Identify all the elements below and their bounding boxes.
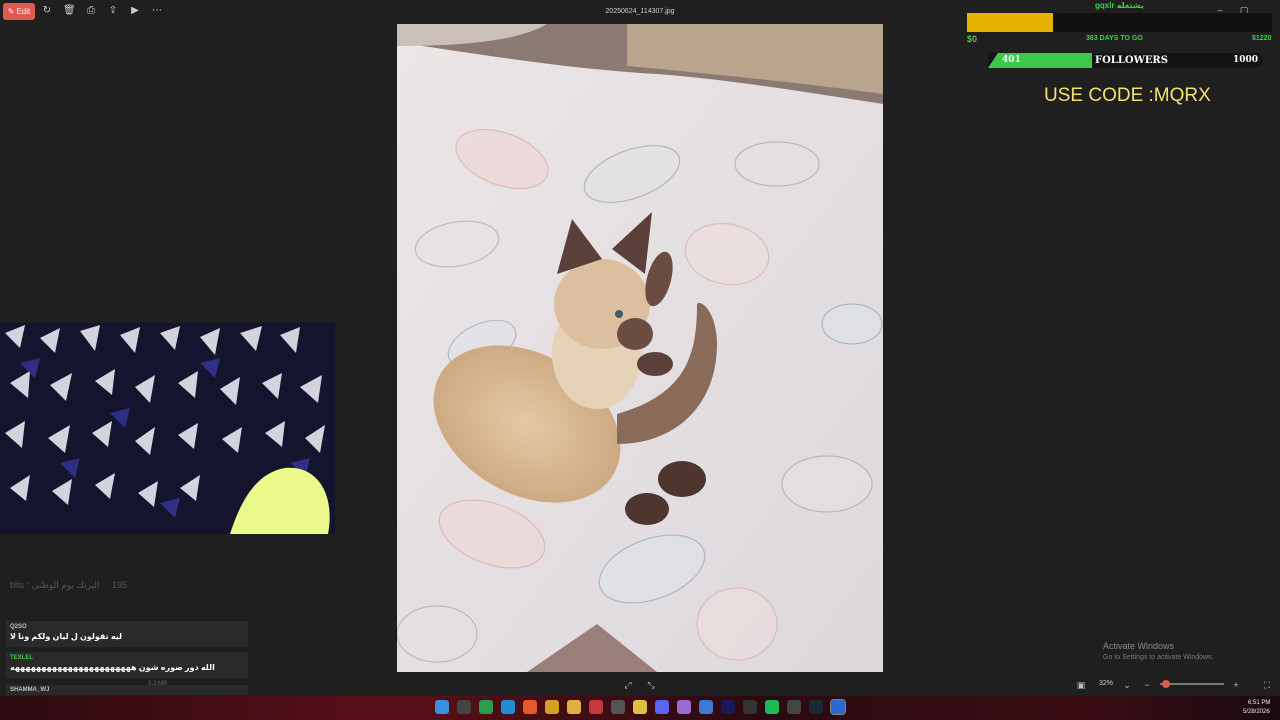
folder-icon[interactable] bbox=[567, 700, 581, 714]
cat-photo-image bbox=[397, 24, 883, 672]
chevron-down-icon[interactable]: ⌄ bbox=[1122, 680, 1132, 690]
chat-text: الله دور صوره شون هههههههههههههههههههههه… bbox=[10, 663, 215, 672]
discord-icon[interactable] bbox=[655, 700, 669, 714]
chat-faded-line: bits : البرتك يوم الوطني bbox=[10, 580, 100, 590]
obs-icon[interactable] bbox=[611, 700, 625, 714]
overlay-top-text: gqxlr يشتغله bbox=[1095, 1, 1144, 10]
actual-size-icon[interactable]: ⤡ bbox=[646, 680, 656, 690]
followers-label: FOLLOWERS bbox=[1095, 55, 1168, 66]
filmstrip-icon[interactable]: ▣ bbox=[1076, 680, 1086, 690]
more-options-icon[interactable]: ⋯ bbox=[151, 5, 163, 17]
app-icon[interactable] bbox=[743, 700, 757, 714]
chat-username: Q2SO bbox=[10, 624, 27, 630]
zoom-out-icon[interactable]: − bbox=[1142, 680, 1152, 690]
chrome-icon[interactable] bbox=[545, 700, 559, 714]
chat-username: TEXLEL bbox=[10, 655, 34, 661]
edit-button[interactable]: ✎ Edit bbox=[3, 3, 35, 20]
chat-faded-count: 195 bbox=[112, 580, 128, 590]
file-name: 20250624_114307.jpg bbox=[605, 8, 675, 15]
minecraft-icon[interactable] bbox=[479, 700, 493, 714]
app-icon[interactable] bbox=[699, 700, 713, 714]
app-icon[interactable] bbox=[589, 700, 603, 714]
goal-amount: $0 bbox=[967, 34, 978, 44]
webcam-image bbox=[0, 323, 335, 534]
spotify-icon[interactable] bbox=[765, 700, 779, 714]
app-icon[interactable] bbox=[677, 700, 691, 714]
zoom-slider-handle[interactable] bbox=[1162, 680, 1170, 688]
donation-goal-fill bbox=[967, 13, 1053, 32]
delete-icon[interactable]: 🗑 bbox=[63, 5, 76, 17]
fit-icon[interactable]: ⤢ bbox=[623, 680, 633, 690]
edge-icon[interactable] bbox=[501, 700, 515, 714]
premiere-icon[interactable] bbox=[721, 700, 735, 714]
steam-icon[interactable] bbox=[809, 700, 823, 714]
activate-windows-subtitle: Go to Settings to activate Windows. bbox=[1103, 654, 1214, 661]
promo-code-text: USE CODE :MQRX bbox=[1044, 85, 1211, 106]
fullscreen-icon[interactable]: ⛶ bbox=[1262, 680, 1272, 690]
search-icon[interactable] bbox=[457, 700, 471, 714]
goal-target: $1220 bbox=[1252, 35, 1272, 42]
share-icon[interactable]: ⇪ bbox=[107, 5, 119, 17]
cat-photo bbox=[397, 24, 883, 672]
chat-message: Q2SO ليه تقولون ل ليان ولكم ونا لا bbox=[6, 621, 248, 647]
taskbar-date[interactable]: 5/28/2026 bbox=[1243, 709, 1270, 715]
slideshow-icon[interactable]: ▶ bbox=[129, 5, 141, 17]
followers-current: 401 bbox=[1002, 55, 1021, 65]
taskbar-time[interactable]: 6:51 PM bbox=[1248, 700, 1270, 706]
chat-username: SHAMMA_WJ bbox=[10, 687, 50, 693]
chat-message: TEXLEL الله دور صوره شون ههههههههههههههه… bbox=[6, 652, 248, 678]
chat-message: SHAMMA_WJ bbox=[6, 685, 248, 695]
chat-text: ليه تقولون ل ليان ولكم ونا لا bbox=[10, 632, 122, 641]
start-icon[interactable] bbox=[435, 700, 449, 714]
webcam-feed bbox=[0, 323, 335, 534]
photos-icon[interactable] bbox=[830, 699, 846, 715]
brave-icon[interactable] bbox=[523, 700, 537, 714]
edit-label: Edit bbox=[16, 7, 31, 16]
goal-days: 363 DAYS TO GO bbox=[1086, 35, 1143, 42]
app-icon[interactable] bbox=[787, 700, 801, 714]
zoom-in-icon[interactable]: + bbox=[1231, 680, 1241, 690]
zoom-level[interactable]: 32% bbox=[1099, 680, 1113, 687]
followers-goal: 1000 bbox=[1233, 55, 1259, 65]
activate-windows-title: Activate Windows bbox=[1103, 641, 1175, 651]
print-icon[interactable]: ⎙ bbox=[85, 5, 97, 17]
app-icon[interactable] bbox=[633, 700, 647, 714]
rotate-icon[interactable]: ↻ bbox=[41, 5, 53, 17]
pencil-icon: ✎ bbox=[7, 7, 15, 16]
